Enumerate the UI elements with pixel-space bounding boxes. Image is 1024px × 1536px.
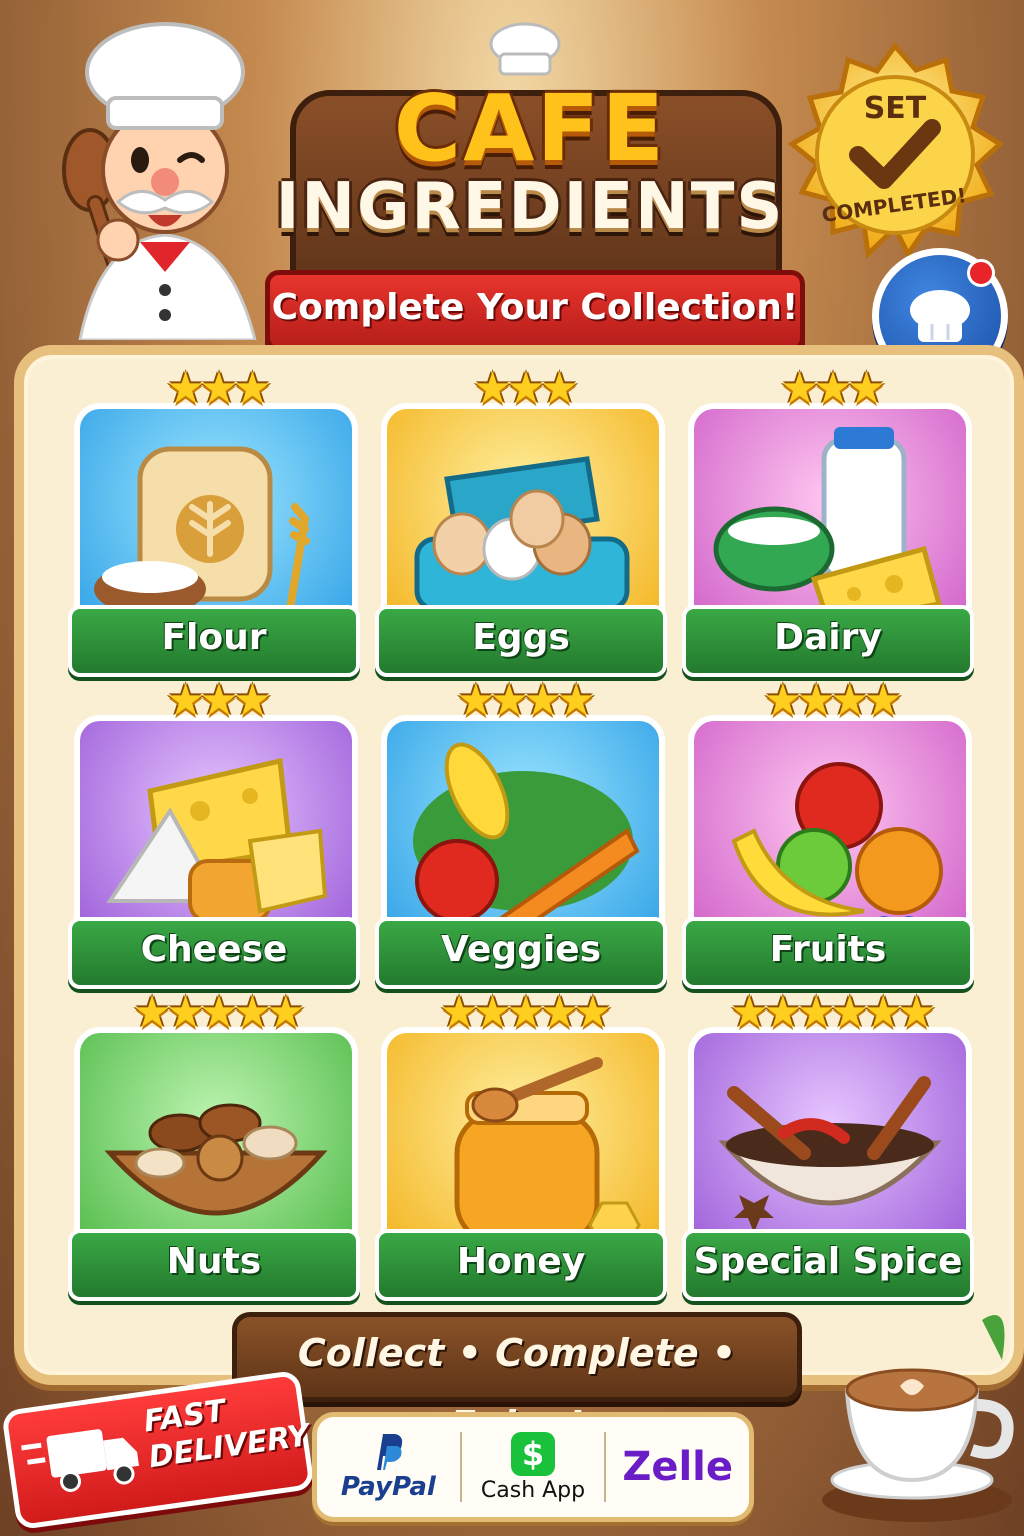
paypal-label: PayPal (340, 1472, 436, 1502)
payment-methods: PayPal $ Cash App Zelle (312, 1412, 754, 1522)
fruits-icon (731, 762, 943, 936)
flour-icon (94, 446, 310, 615)
card-flour[interactable]: ★★★ Flour (68, 363, 360, 677)
subtitle-ribbon: Complete Your Collection! (265, 270, 805, 352)
card-label: Dairy (774, 617, 882, 658)
subtitle-text: Complete Your Collection! (271, 287, 799, 328)
card-eggs[interactable]: ★★★ Eggs (375, 363, 667, 677)
star-rating: ★★★★★ (132, 987, 305, 1038)
tagline-sign: Collect • Complete • Enjoy! (232, 1312, 802, 1447)
paypal-option[interactable]: PayPal (317, 1417, 460, 1517)
star-rating: ★★★★ (456, 675, 596, 726)
card-honey[interactable]: ★★★★★ Honey (375, 987, 667, 1301)
card-label: Fruits (769, 929, 887, 970)
title-line-1: CAFE (393, 75, 667, 182)
card-fruits[interactable]: ★★★★ Fruits (682, 675, 974, 989)
game-logo: CAFE INGREDIENTS Complete Your Collectio… (265, 20, 805, 352)
star-rating: ★★★ (165, 675, 272, 726)
star-rating: ★★★ (165, 363, 272, 414)
cheese-icon (106, 757, 328, 923)
card-label-banner: Flour (68, 605, 360, 677)
star-rating: ★★★ (472, 363, 579, 414)
card-label: Cheese (140, 929, 288, 970)
zelle-label: Zelle (622, 1444, 734, 1490)
chef-mascot (62, 22, 257, 340)
cashapp-icon: $ (511, 1431, 555, 1476)
card-label-banner: Dairy (682, 605, 974, 677)
card-dairy[interactable]: ★★★ Dairy (682, 363, 974, 677)
card-label-banner: Cheese (68, 917, 360, 989)
star-rating: ★★★★★ (439, 987, 612, 1038)
card-label: Eggs (472, 617, 570, 658)
card-label-banner: Veggies (375, 917, 667, 989)
card-label: Nuts (166, 1241, 262, 1282)
honey-icon (454, 1057, 641, 1249)
eggs-icon (414, 456, 630, 612)
title-line-2: INGREDIENTS (275, 170, 785, 244)
card-veggies[interactable]: ★★★★ Veggies (375, 675, 667, 989)
card-label-banner: Eggs (375, 605, 667, 677)
card-label-banner: Fruits (682, 917, 974, 989)
truck-icon (21, 1429, 140, 1492)
paypal-icon (377, 1434, 403, 1470)
chef-hat-icon (489, 22, 561, 76)
nuts-icon (104, 1103, 328, 1216)
star-rating: ★★★★ (763, 675, 903, 726)
card-cheese[interactable]: ★★★ Cheese (68, 675, 360, 989)
collection-board: ★★★ Flour ★★★ Eggs ★★★ Dairy ★★★ Cheese … (14, 345, 1024, 1385)
badge-top-text: SET (864, 91, 927, 126)
cashapp-label: Cash App (480, 1477, 586, 1503)
card-special-spice[interactable]: ★★★★★★ Special Spice (682, 987, 974, 1301)
veggies-icon (413, 742, 640, 939)
card-nuts[interactable]: ★★★★★ Nuts (68, 987, 360, 1301)
coffee-cup-icon (822, 1315, 1014, 1522)
spice-icon (718, 1076, 942, 1233)
chef-hat-icon (910, 290, 970, 342)
cashapp-option[interactable]: $ Cash App (462, 1417, 605, 1517)
card-label: Veggies (440, 929, 602, 970)
dairy-icon (713, 427, 943, 627)
star-rating: ★★★ (779, 363, 886, 414)
star-rating: ★★★★★★ (729, 987, 937, 1038)
notification-dot (967, 259, 995, 287)
card-label: Flour (161, 617, 267, 658)
card-label-banner: Nuts (68, 1229, 360, 1301)
set-completed-badge: SET COMPLETED! (787, 41, 1005, 260)
zelle-option[interactable]: Zelle (606, 1417, 749, 1517)
fast-delivery-badge: FAST DELIVERY (1, 1369, 315, 1531)
card-label-banner: Honey (375, 1229, 667, 1301)
card-label: Honey (456, 1241, 586, 1282)
